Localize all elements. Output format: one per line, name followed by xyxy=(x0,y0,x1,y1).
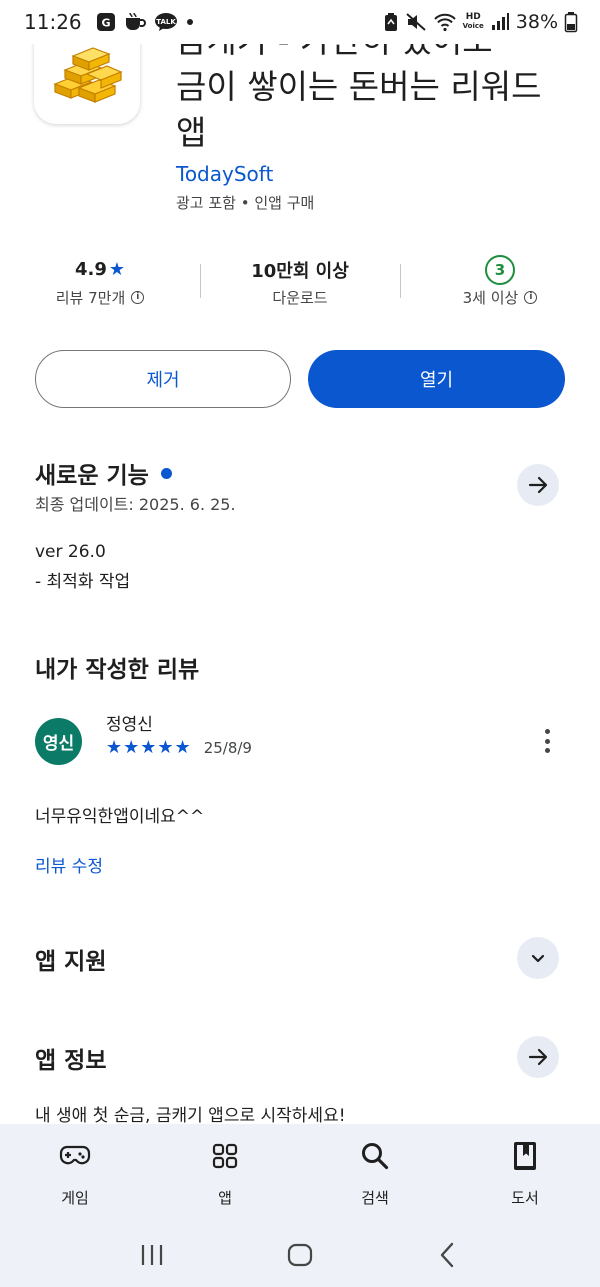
gold-bars-icon xyxy=(53,47,123,103)
svg-text:G: G xyxy=(101,17,110,30)
search-icon xyxy=(359,1139,391,1173)
reviewer-name: 정영신 xyxy=(106,715,153,735)
new-indicator-dot xyxy=(160,467,172,479)
age-rating-stat[interactable]: 3 3세 이상 i xyxy=(400,250,600,312)
age-label: 3세 이상 xyxy=(462,288,519,307)
battery-percent: 38% xyxy=(515,11,558,33)
avatar: 영신 xyxy=(35,718,82,765)
talk-badge: TALK xyxy=(156,18,176,26)
coffee-icon xyxy=(124,12,146,32)
bottom-navigation: 게임 앱 검색 도서 xyxy=(0,1124,600,1222)
edit-review-link[interactable]: 리뷰 수정 xyxy=(35,852,103,877)
mute-icon xyxy=(405,12,427,32)
book-icon xyxy=(509,1139,541,1173)
apps-grid-icon xyxy=(209,1139,241,1173)
chevron-down-icon xyxy=(531,954,545,963)
signal-icon xyxy=(490,12,510,32)
downloads-label: 다운로드 xyxy=(272,288,328,307)
home-icon[interactable] xyxy=(280,1235,320,1275)
rating-stat[interactable]: 4.9 ★ 리뷰 7만개 i xyxy=(0,250,200,312)
review-text: 너무유익한앱이네요^^ xyxy=(35,807,205,827)
nav-item-search[interactable]: 검색 xyxy=(300,1124,450,1222)
battery-icon xyxy=(564,11,578,33)
whats-new-body: ver 26.0 - 최적화 작업 xyxy=(35,537,130,597)
whats-new-label: 새로운 기능 xyxy=(35,463,149,489)
review-meta: ★★★★★ 25/8/9 xyxy=(106,737,252,758)
update-note: - 최적화 작업 xyxy=(35,572,131,592)
hd-badge-top: HD xyxy=(465,12,481,22)
age-rating-badge: 3 xyxy=(485,254,515,285)
nav-label-books: 도서 xyxy=(511,1189,539,1207)
more-options-icon[interactable] xyxy=(536,726,558,756)
hd-voice-icon: HD Voice xyxy=(463,13,484,31)
downloads-value: 10만회 이상 xyxy=(251,260,349,282)
battery-saver-icon xyxy=(383,12,399,32)
stats-row: 4.9 ★ 리뷰 7만개 i 10만회 이상 다운로드 3 3세 이상 i xyxy=(0,250,600,312)
nav-label-games: 게임 xyxy=(61,1189,89,1207)
review-stars: ★★★★★ xyxy=(106,737,192,758)
recent-apps-icon[interactable] xyxy=(132,1235,172,1275)
app-info-arrow-button[interactable] xyxy=(517,1036,559,1078)
system-navigation-bar xyxy=(0,1222,600,1287)
arrow-right-icon xyxy=(528,476,548,494)
gamepad-icon xyxy=(59,1139,91,1173)
review-date: 25/8/9 xyxy=(203,738,252,757)
info-icon[interactable]: i xyxy=(524,290,538,304)
arrow-right-icon xyxy=(528,1048,548,1066)
app-support-expand-button[interactable] xyxy=(517,937,559,979)
nav-item-apps[interactable]: 앱 xyxy=(150,1124,300,1222)
app-title-line3: 앱 xyxy=(176,113,207,152)
nav-label-apps: 앱 xyxy=(218,1189,232,1207)
whats-new-title[interactable]: 새로운 기능 xyxy=(35,456,172,490)
wifi-icon xyxy=(433,12,457,32)
nav-item-games[interactable]: 게임 xyxy=(0,1124,150,1222)
ad-info: 광고 포함 • 인앱 구매 xyxy=(176,194,315,212)
open-button[interactable]: 열기 xyxy=(308,350,565,408)
my-review-title: 내가 작성한 리뷰 xyxy=(35,657,200,683)
app-description: 내 생애 첫 순금, 금캐기 앱으로 시작하세요! xyxy=(35,1106,346,1126)
nav-label-search: 검색 xyxy=(361,1189,389,1207)
status-time: 11:26 xyxy=(24,10,82,34)
last-updated: 최종 업데이트: 2025. 6. 25. xyxy=(35,495,236,514)
talk-icon: TALK xyxy=(154,12,178,32)
version-text: ver 26.0 xyxy=(35,542,106,562)
downloads-stat: 10만회 이상 다운로드 xyxy=(200,250,400,312)
app-title-line2: 금이 쌓이는 돈버는 리워드 xyxy=(176,67,542,106)
status-bar: 11:26 G TALK HD Voice 38% xyxy=(0,0,600,44)
app-support-title[interactable]: 앱 지원 xyxy=(35,942,107,976)
back-icon[interactable] xyxy=(428,1235,468,1275)
hd-badge-bottom: Voice xyxy=(462,22,484,30)
remove-button[interactable]: 제거 xyxy=(35,350,291,408)
reviews-count: 리뷰 7만개 xyxy=(55,288,126,307)
app-info-title[interactable]: 앱 정보 xyxy=(35,1041,107,1075)
notification-dot-icon xyxy=(186,18,194,26)
gallery-icon: G xyxy=(96,12,116,32)
info-icon[interactable]: i xyxy=(131,290,145,304)
developer-link[interactable]: TodaySoft xyxy=(176,162,273,186)
nav-item-books[interactable]: 도서 xyxy=(450,1124,600,1222)
whats-new-arrow-button[interactable] xyxy=(517,464,559,506)
star-icon: ★ xyxy=(108,259,126,280)
rating-value: 4.9 xyxy=(74,259,107,280)
